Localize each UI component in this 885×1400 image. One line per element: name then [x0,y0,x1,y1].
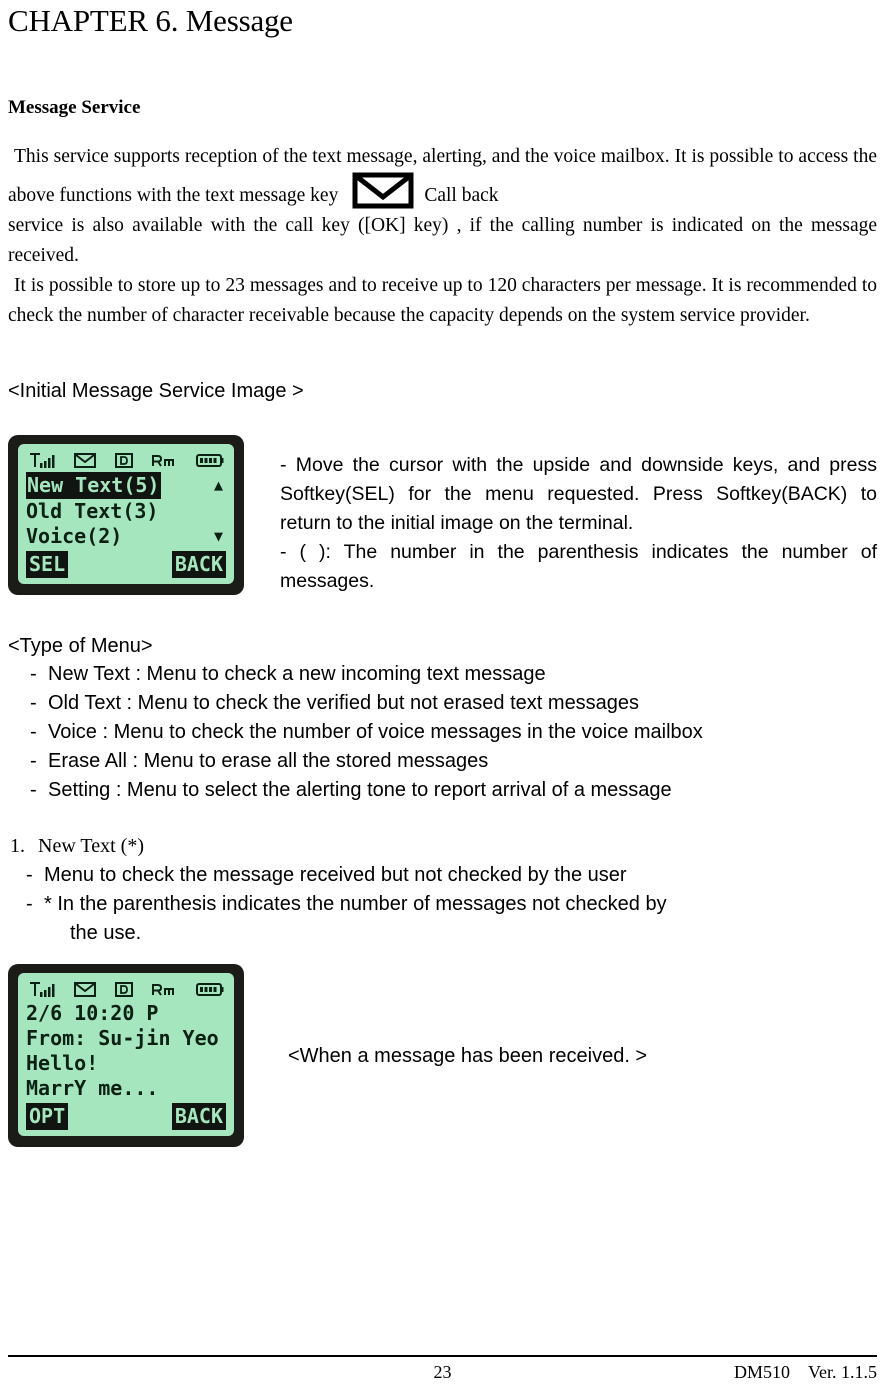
bullet-dash: - [30,692,37,714]
footer-page-number: 23 [433,1362,452,1382]
received-image-figure-row: 2/6 10:20 P From: Su-jin Yeo Hello! Marr… [8,964,877,1147]
received-image-caption: <When a message has been received. > [288,1044,648,1067]
bullet-dash: - [30,721,37,743]
lcd-menu-row-new-text[interactable]: New Text(5) ▲ [26,472,226,499]
bullet-dash: - [30,779,37,801]
menu-item-voice: - Voice : Menu to check the number of vo… [8,718,877,747]
new-text-bullet-1-label: Menu to check the message received but n… [44,864,627,886]
initial-image-caption: <Initial Message Service Image > [8,380,304,402]
bullet-dash: - [30,663,37,685]
bullet-dash: - [30,750,37,772]
menu-item-erase-all-label: Erase All : Menu to erase all the stored… [48,750,489,772]
type-of-menu-caption: <Type of Menu> [8,635,153,657]
section-heading: Message Service [8,97,141,118]
lcd-screen-received-message: 2/6 10:20 P From: Su-jin Yeo Hello! Marr… [8,964,244,1147]
lcd-menu-row-new-text-label: New Text(5) [26,472,162,499]
intro-paragraph-1-text-b: Call back [424,185,499,206]
new-text-bullet-2: - * In the parenthesis indicates the num… [8,890,877,919]
lcd-received-line-from-label: From: Su-jin Yeo [26,1026,219,1050]
menu-item-setting-label: Setting : Menu to select the alerting to… [48,779,672,801]
lcd-received-line-body-1-label: Hello! [26,1051,99,1075]
lcd-menu-display: New Text(5) ▲ Old Text(3) Voice(2) ▼ SEL [18,444,234,584]
data-d-icon [114,982,133,1001]
softkey-opt-button[interactable]: OPT [26,1103,69,1130]
new-text-bullet-2-continuation: the use. [70,922,142,944]
softkey-sel-button[interactable]: SEL [26,551,69,578]
lcd-menu-statusbar [26,452,226,473]
initial-image-description-line-2: - ( ): The number in the parenthesis ind… [280,541,877,592]
new-text-bullet-1: - Menu to check the message received but… [8,861,877,890]
roaming-rm-icon [151,453,177,472]
battery-icon [196,982,224,1001]
lcd-menu-softkeys: SEL BACK [26,551,226,578]
lcd-screen-menu: New Text(5) ▲ Old Text(3) Voice(2) ▼ SEL [8,435,244,595]
lcd-received-line-body-2-label: MarrY me... [26,1076,159,1100]
menu-item-new-text-label: New Text : Menu to check a new incoming … [48,663,546,685]
signal-icon [29,452,55,473]
lcd-received-display: 2/6 10:20 P From: Su-jin Yeo Hello! Marr… [18,973,234,1136]
initial-image-description-line-1: - Move the cursor with the upside and do… [280,454,877,534]
page-footer: 23 DM510 Ver. 1.1.5 [8,1355,877,1384]
menu-item-new-text: - New Text : Menu to check a new incomin… [8,660,877,689]
intro-paragraph-1: This service supports reception of the t… [8,120,877,211]
initial-image-description: - Move the cursor with the upside and do… [244,435,877,596]
lcd-received-statusbar [26,981,226,1002]
lcd-menu-row-old-text-label: Old Text(3) [26,499,159,523]
lcd-received-line-timestamp: 2/6 10:20 P [26,1001,226,1026]
data-d-icon [114,453,133,472]
softkey-back-button[interactable]: BACK [171,551,226,578]
envelope-icon [73,453,96,472]
menu-item-erase-all: - Erase All : Menu to erase all the stor… [8,747,877,776]
bullet-dash: - [26,864,33,886]
roaming-rm-icon [151,982,177,1001]
intro-paragraph-2: service is also available with the call … [8,215,877,266]
bullet-dash: - [26,893,33,915]
menu-item-old-text: - Old Text : Menu to check the verified … [8,689,877,718]
lcd-received-line-body-1: Hello! [26,1051,226,1076]
new-text-section-number: 1. [10,835,25,857]
signal-icon [29,981,55,1002]
lcd-received-line-body-2: MarrY me... [26,1076,226,1101]
lcd-received-line-timestamp-label: 2/6 10:20 P [26,1001,159,1025]
lcd-received-line-from: From: Su-jin Yeo [26,1026,226,1051]
type-of-menu-block: <Type of Menu> - New Text : Menu to chec… [8,632,877,805]
initial-image-figure-row: New Text(5) ▲ Old Text(3) Voice(2) ▼ SEL [8,435,877,596]
lcd-menu-row-voice[interactable]: Voice(2) ▼ [26,524,226,549]
menu-item-voice-label: Voice : Menu to check the number of voic… [48,721,703,743]
lcd-menu-row-old-text[interactable]: Old Text(3) [26,499,226,524]
envelope-icon [73,982,96,1001]
intro-paragraph-3: It is possible to store up to 23 message… [8,275,877,326]
lcd-received-softkeys: OPT BACK [26,1103,226,1130]
footer-version: Ver. 1.1.5 [808,1362,877,1382]
page-title: CHAPTER 6. Message [8,3,293,38]
manual-page: CHAPTER 6. Message Message Service This … [0,0,885,1400]
new-text-section: 1. New Text (*) - Menu to check the mess… [8,831,877,948]
menu-item-old-text-label: Old Text : Menu to check the verified bu… [48,692,640,714]
menu-item-setting: - Setting : Menu to select the alerting … [8,776,877,805]
battery-icon [196,453,224,472]
new-text-section-title: New Text (*) [38,835,144,857]
footer-model: DM510 [733,1362,790,1382]
softkey-back-button[interactable]: BACK [171,1103,226,1130]
new-text-section-heading: 1. New Text (*) [8,831,877,861]
lcd-menu-row-voice-label: Voice(2) [26,524,123,548]
new-text-bullet-2-label: * In the parenthesis indicates the numbe… [44,893,667,915]
envelope-icon [352,172,414,209]
footer-right: DM510 Ver. 1.1.5 [452,1360,877,1384]
scroll-up-arrow-icon[interactable]: ▲ [214,478,226,493]
scroll-down-arrow-icon[interactable]: ▼ [214,529,226,544]
